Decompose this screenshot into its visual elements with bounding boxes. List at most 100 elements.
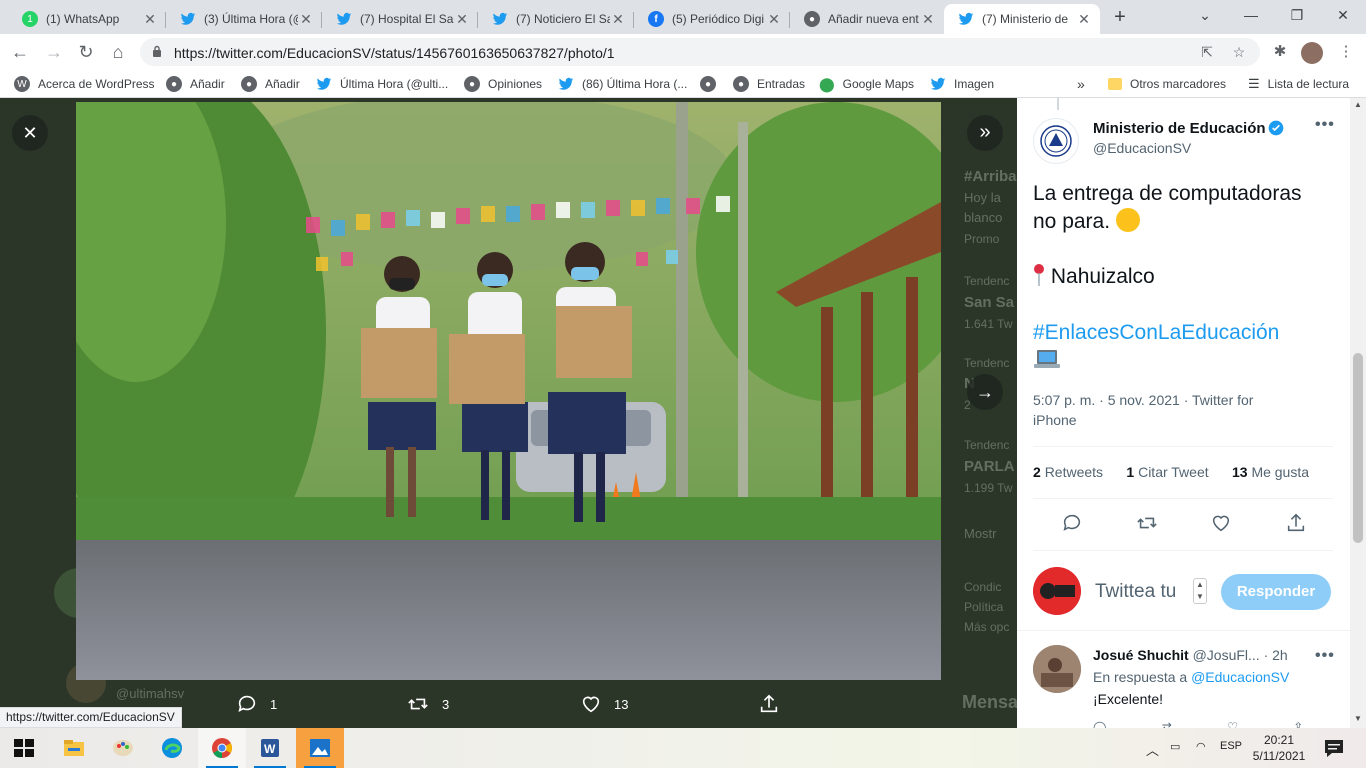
tab-periodico[interactable]: f (5) Periódico Digi ✕ bbox=[634, 4, 790, 34]
globe-icon: ● bbox=[241, 76, 257, 92]
bookmark-item[interactable]: ● Opiniones bbox=[464, 75, 542, 93]
chrome-taskbar-button[interactable] bbox=[198, 728, 246, 768]
compose-reply-input[interactable]: Twittea tu bbox=[1095, 581, 1176, 603]
heart-icon[interactable] bbox=[1210, 512, 1232, 534]
bookmark-item[interactable]: ● Añadir bbox=[166, 75, 225, 93]
system-clock[interactable]: 20:21 5/11/2021 bbox=[1248, 732, 1310, 764]
share-page-icon[interactable]: ⇱ bbox=[1198, 43, 1216, 61]
scroll-down-icon[interactable]: ▼ bbox=[1354, 714, 1362, 723]
tab-title: (1) WhatsApp bbox=[46, 12, 120, 26]
heart-icon[interactable]: ♡ bbox=[1227, 720, 1238, 728]
photo-retweet-button[interactable]: 3 bbox=[406, 692, 449, 716]
restore-icon[interactable]: ❐ bbox=[1274, 0, 1320, 30]
forward-arrow-icon[interactable]: → bbox=[42, 40, 66, 64]
reply-more-options-icon[interactable]: ••• bbox=[1315, 647, 1335, 665]
hashtag-link[interactable]: #EnlacesConLaEducación bbox=[1033, 319, 1343, 347]
bookmarks-overflow-chevron-icon[interactable]: » bbox=[1077, 75, 1085, 93]
reply-bubble-icon[interactable] bbox=[1061, 512, 1083, 534]
battery-icon[interactable]: ▭ bbox=[1170, 740, 1180, 753]
tab-hospital[interactable]: (7) Hospital El Sal ✕ bbox=[322, 4, 478, 34]
reply-submit-button[interactable]: Responder bbox=[1221, 574, 1331, 610]
tab-title: (3) Última Hora (@ bbox=[204, 12, 298, 26]
close-tab-icon[interactable]: ✕ bbox=[1076, 11, 1092, 28]
bookmark-item[interactable]: ● Entradas bbox=[733, 75, 805, 93]
reply-author-name[interactable]: Josué Shuchit bbox=[1093, 647, 1189, 663]
close-viewer-button[interactable]: ✕ bbox=[12, 115, 48, 151]
reply-bubble-icon[interactable]: ◯ bbox=[1093, 720, 1106, 728]
close-tab-icon[interactable]: ✕ bbox=[142, 11, 158, 28]
collapse-panel-button[interactable]: » bbox=[967, 115, 1003, 151]
reply-time[interactable]: · 2h bbox=[1264, 647, 1288, 663]
in-reply-to-link[interactable]: @EducacionSV bbox=[1191, 669, 1289, 685]
close-tab-icon[interactable]: ✕ bbox=[454, 11, 470, 28]
reading-list[interactable]: ☰ Lista de lectura bbox=[1248, 75, 1349, 93]
home-icon[interactable]: ⌂ bbox=[106, 40, 130, 64]
scrollbar-thumb[interactable] bbox=[1353, 353, 1363, 543]
tab-ministerio-active[interactable]: (7) Ministerio de ✕ bbox=[944, 4, 1100, 34]
photo-reply-button[interactable]: 1 bbox=[236, 692, 277, 716]
file-explorer-icon[interactable] bbox=[62, 736, 86, 760]
photo-share-button[interactable] bbox=[758, 692, 792, 716]
tab-noticiero[interactable]: (7) Noticiero El Sa ✕ bbox=[478, 4, 634, 34]
tweet-photo[interactable] bbox=[76, 102, 941, 680]
tab-whatsapp[interactable]: 1 (1) WhatsApp ✕ bbox=[8, 4, 166, 34]
url-text[interactable]: https://twitter.com/EducacionSV/status/1… bbox=[174, 45, 615, 61]
bookmark-star-icon[interactable]: ☆ bbox=[1230, 43, 1248, 61]
tab-ultima-hora[interactable]: (3) Última Hora (@ ✕ bbox=[166, 4, 322, 34]
bookmark-item[interactable]: Última Hora (@ulti... bbox=[316, 75, 448, 93]
reload-icon[interactable]: ↻ bbox=[74, 40, 98, 64]
scroll-up-icon[interactable]: ▲ bbox=[1354, 100, 1362, 109]
tweet-timestamp[interactable]: 5:07 p. m. · 5 nov. 2021 · Twitter for i… bbox=[1033, 390, 1333, 430]
close-tab-icon[interactable]: ✕ bbox=[920, 11, 936, 28]
author-name[interactable]: Ministerio de Educación bbox=[1093, 120, 1266, 137]
globe-icon: ● bbox=[166, 76, 182, 92]
wifi-icon[interactable]: ◠ bbox=[1196, 740, 1206, 753]
edge-icon[interactable] bbox=[160, 736, 184, 760]
tab-search-chevron-icon[interactable]: ⌄ bbox=[1182, 0, 1228, 30]
share-icon[interactable] bbox=[1285, 512, 1307, 534]
bookmark-item[interactable]: W Acerca de WordPress bbox=[14, 75, 155, 93]
language-indicator[interactable]: ESP bbox=[1220, 740, 1242, 752]
compose-user-avatar[interactable] bbox=[1033, 567, 1081, 615]
ministerio-avatar[interactable] bbox=[1033, 118, 1079, 164]
back-arrow-icon[interactable]: ← bbox=[8, 40, 32, 64]
retweet-icon[interactable] bbox=[1135, 512, 1159, 534]
bookmark-item[interactable]: ● bbox=[700, 75, 724, 93]
bookmark-item[interactable]: Imagen bbox=[930, 75, 994, 93]
address-bar[interactable]: https://twitter.com/EducacionSV/status/1… bbox=[140, 38, 1260, 66]
word-taskbar-button[interactable]: W bbox=[246, 728, 294, 768]
likes-stat[interactable]: 13 Me gusta bbox=[1232, 464, 1309, 480]
profile-avatar[interactable] bbox=[1301, 42, 1323, 64]
tab-anadir[interactable]: ● Añadir nueva ent ✕ bbox=[790, 4, 944, 34]
browser-menu-icon[interactable]: ⋮ bbox=[1336, 42, 1356, 62]
share-icon[interactable]: ⇪ bbox=[1293, 720, 1303, 728]
reply-author-avatar[interactable] bbox=[1033, 645, 1081, 693]
paint-icon[interactable] bbox=[111, 736, 135, 760]
next-photo-button[interactable]: → bbox=[967, 374, 1003, 410]
author-handle[interactable]: @EducacionSV bbox=[1093, 140, 1191, 156]
close-tab-icon[interactable]: ✕ bbox=[298, 11, 314, 28]
bookmark-item[interactable]: (86) Última Hora (... bbox=[558, 75, 687, 93]
quotes-stat[interactable]: 1 Citar Tweet bbox=[1126, 464, 1208, 480]
close-tab-icon[interactable]: ✕ bbox=[766, 11, 782, 28]
photos-taskbar-button[interactable] bbox=[296, 728, 344, 768]
photo-like-button[interactable]: 13 bbox=[580, 692, 628, 716]
reply-author-handle[interactable]: @JosuFl... bbox=[1193, 647, 1260, 663]
tweet-more-options-icon[interactable]: ••• bbox=[1315, 116, 1335, 134]
tray-chevron-up-icon[interactable]: ︿ bbox=[1146, 740, 1159, 759]
new-tab-button[interactable]: + bbox=[1108, 5, 1132, 29]
bookmark-item[interactable]: ● Añadir bbox=[241, 75, 300, 93]
other-bookmarks-folder[interactable]: Otros marcadores bbox=[1108, 75, 1226, 93]
retweet-icon[interactable]: ⇄ bbox=[1162, 720, 1172, 728]
pane-scrollbar[interactable]: ▲ ▼ bbox=[1350, 98, 1366, 728]
notifications-icon[interactable] bbox=[1322, 736, 1346, 760]
windows-taskbar: W ︿ ▭ ◠ ESP 20:21 5/11/2021 bbox=[0, 728, 1366, 768]
extensions-puzzle-icon[interactable]: ✱ bbox=[1270, 42, 1290, 62]
spin-arrows-icon[interactable]: ▲ ▼ bbox=[1193, 578, 1207, 604]
close-tab-icon[interactable]: ✕ bbox=[610, 11, 626, 28]
close-window-icon[interactable]: ✕ bbox=[1320, 0, 1366, 30]
bookmark-item[interactable]: ⬤ Google Maps bbox=[819, 75, 914, 93]
windows-start-icon[interactable] bbox=[12, 736, 36, 760]
retweets-stat[interactable]: 2 Retweets bbox=[1033, 464, 1103, 480]
minimize-icon[interactable]: — bbox=[1228, 0, 1274, 30]
